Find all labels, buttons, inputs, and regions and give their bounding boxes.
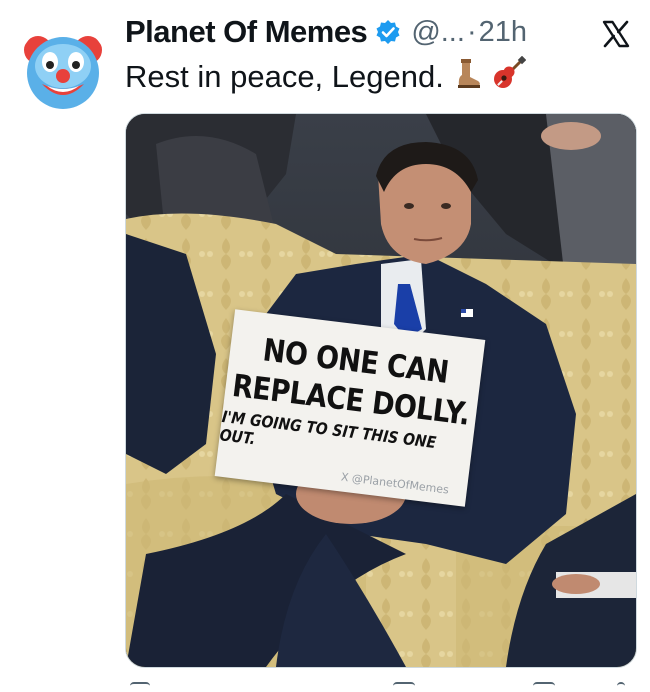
views-icon[interactable] — [533, 682, 555, 692]
timestamp[interactable]: 21h — [479, 16, 527, 49]
tweet-text: Rest in peace, Legend. — [125, 55, 527, 98]
x-logo-icon[interactable] — [597, 15, 635, 53]
separator-dot: · — [466, 15, 477, 48]
verified-badge-icon — [375, 19, 401, 45]
like-icon[interactable] — [393, 682, 415, 692]
avatar[interactable] — [18, 24, 108, 114]
tweet-header: Planet Of Memes @... · 21h — [125, 10, 527, 54]
guitar-icon — [492, 55, 527, 98]
display-name[interactable]: Planet Of Memes — [125, 14, 368, 50]
sign-watermark: X @PlanetOfMemes — [340, 470, 450, 497]
reply-icon[interactable] — [130, 682, 150, 692]
share-icon[interactable] — [617, 682, 625, 692]
tweet-card: Planet Of Memes @... · 21h Rest in peace… — [0, 0, 650, 690]
tweet-media-image[interactable]: NO ONE CAN REPLACE DOLLY. I'M GOING TO S… — [125, 113, 637, 668]
user-handle[interactable]: @... — [411, 16, 465, 49]
clown-face-icon — [18, 24, 108, 114]
action-bar-partial — [125, 682, 635, 690]
cowboy-boot-icon — [454, 57, 482, 97]
tweet-body: Rest in peace, Legend. — [125, 59, 444, 94]
protest-sign: NO ONE CAN REPLACE DOLLY. I'M GOING TO S… — [214, 309, 486, 507]
